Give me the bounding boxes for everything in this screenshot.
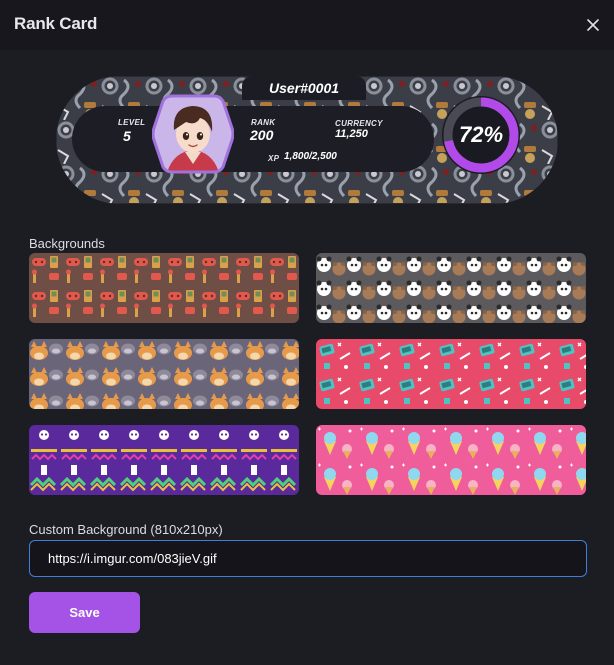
close-icon[interactable] <box>582 14 604 36</box>
avatar <box>151 92 235 176</box>
rank-value: 200 <box>250 127 274 143</box>
xp-value: 1,800/2,500 <box>284 151 337 162</box>
rank-label: RANK <box>251 118 276 127</box>
level-value: 5 <box>123 128 131 144</box>
background-option-panda-bears[interactable] <box>316 253 586 323</box>
xp-progress-percent: 72% <box>458 122 504 147</box>
custom-background-url-input[interactable] <box>29 540 587 577</box>
save-button[interactable]: Save <box>29 592 140 633</box>
rank-card-username: User#0001 <box>242 76 366 100</box>
dialog-title: Rank Card <box>14 14 98 33</box>
currency-label: CURRENCY <box>335 119 383 128</box>
background-option-retro-gaming[interactable] <box>29 253 299 323</box>
dialog-header: Rank Card <box>0 0 614 50</box>
background-option-ice-cream[interactable] <box>316 425 586 495</box>
xp-progress-ring: 72% <box>440 94 522 176</box>
background-option-arcade-pink[interactable] <box>316 339 586 409</box>
xp-label: XP <box>268 154 280 163</box>
custom-background-label: Custom Background (810x210px) <box>29 522 223 537</box>
backgrounds-label: Backgrounds <box>29 236 105 251</box>
background-option-shiba-dogs[interactable] <box>29 339 299 409</box>
currency-value: 11,250 <box>335 128 368 140</box>
background-option-purple-skulls[interactable] <box>29 425 299 495</box>
level-label: LEVEL <box>118 118 146 127</box>
